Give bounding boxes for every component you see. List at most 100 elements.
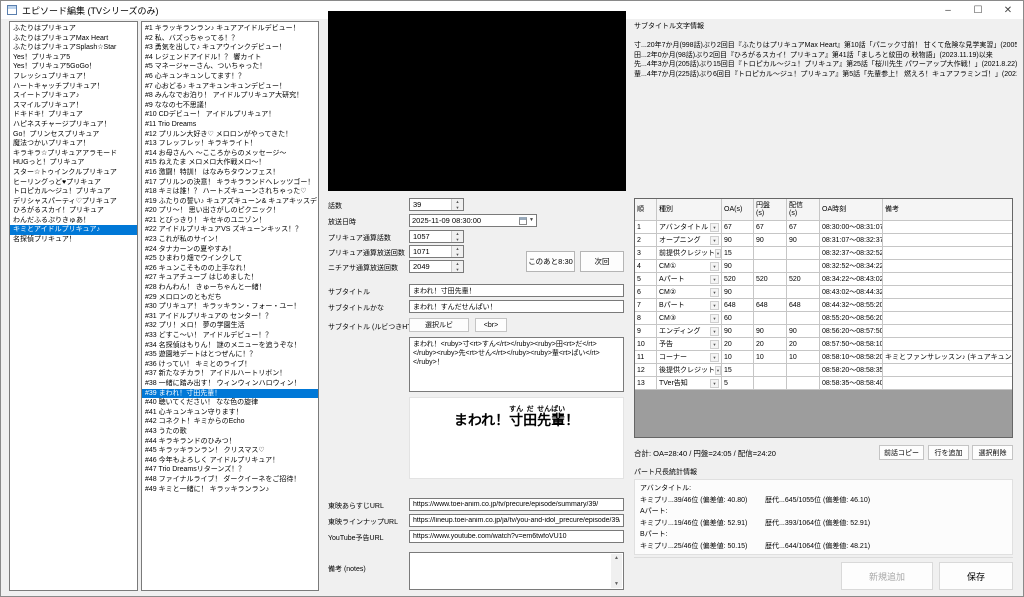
part-type-combo-cell[interactable]: オープニング▼ — [657, 234, 722, 246]
table-cell[interactable]: 648 — [722, 299, 754, 311]
table-cell[interactable]: 5 — [635, 273, 657, 285]
part-type-combo-cell[interactable]: 前提供クレジット▼ — [657, 247, 722, 259]
table-cell[interactable]: 08:32:52～08:34:22 — [820, 260, 883, 272]
table-cell[interactable] — [754, 364, 787, 376]
table-cell[interactable]: キミとファンサレッスン♪ (キュアキュンキュン) — [883, 351, 1012, 363]
episode-list-item[interactable]: #47 Trio Dreamsリターンズ！？ — [142, 465, 318, 475]
series-list-item[interactable]: ふたりはプリキュアMax Heart — [10, 34, 137, 44]
series-list-item[interactable]: スマイルプリキュア！ — [10, 101, 137, 111]
episode-list-item[interactable]: #16 激闘！特訓！ はなみちタウンフェス！ — [142, 168, 318, 178]
series-listbox[interactable]: ふたりはプリキュアふたりはプリキュアMax HeartふたりはプリキュアSpla… — [9, 21, 138, 591]
table-row[interactable]: 3前提供クレジット▼1508:32:37～08:32:52 — [635, 247, 1012, 260]
series-list-item[interactable]: ハートキャッチプリキュア！ — [10, 82, 137, 92]
chevron-down-icon[interactable]: ▼ — [710, 301, 719, 310]
chevron-down-icon[interactable]: ▼ — [710, 327, 719, 336]
delete-selected-button[interactable]: 選択削除 — [972, 445, 1013, 460]
table-cell[interactable] — [787, 260, 820, 272]
copy-prev-button[interactable]: 前話コピー — [879, 445, 924, 460]
part-type-combo-cell[interactable]: コーナー▼ — [657, 351, 722, 363]
next-episode-button[interactable]: 次回 — [580, 251, 624, 272]
table-cell[interactable]: 90 — [754, 234, 787, 246]
minimize-button[interactable]: – — [933, 1, 963, 19]
episode-list-item[interactable]: #45 キラッキランラン！ クリスマス♡ — [142, 446, 318, 456]
episode-list-item[interactable]: #35 遊園地デートはとつぜんに！？ — [142, 350, 318, 360]
part-type-combo-cell[interactable]: TVer告知▼ — [657, 377, 722, 389]
episode-list-item[interactable]: #24 タナカーンの夏やすみ！ — [142, 245, 318, 255]
airdate-picker[interactable]: 2025-11-09 08:30:00 ▼ — [409, 214, 537, 227]
after-830-button[interactable]: このあと8:30 — [526, 251, 575, 272]
episode-list-item[interactable]: #29 メロロンのともだち — [142, 293, 318, 303]
episode-list-item[interactable]: #19 ふたりの誓い♪ キュアズキューン& キュアキッスデビュー！ — [142, 197, 318, 207]
series-list-item[interactable]: Go！プリンセスプリキュア — [10, 130, 137, 140]
table-cell[interactable] — [883, 221, 1012, 233]
table-cell[interactable]: 90 — [722, 325, 754, 337]
series-list-item[interactable]: トロピカル～ジュ！プリキュア — [10, 187, 137, 197]
table-cell[interactable]: 520 — [754, 273, 787, 285]
table-cell[interactable]: 10 — [722, 351, 754, 363]
subtitle-kana-input[interactable] — [409, 300, 624, 313]
table-cell[interactable]: 5 — [722, 377, 754, 389]
subtitle-input[interactable] — [409, 284, 624, 297]
episode-list-item[interactable]: #21 とびっきり！ キセキのユニゾン！ — [142, 216, 318, 226]
table-cell[interactable]: 90 — [754, 325, 787, 337]
table-cell[interactable]: 08:58:20～08:58:35 — [820, 364, 883, 376]
toei-lineup-url-input[interactable] — [409, 514, 624, 527]
episode-list-item[interactable]: #39 まわれ！寸田先輩！ — [142, 389, 318, 399]
table-cell[interactable]: 08:30:00～08:31:07 — [820, 221, 883, 233]
chevron-down-icon[interactable]: ▼ — [529, 215, 534, 226]
table-cell[interactable]: 20 — [754, 338, 787, 350]
table-cell[interactable]: 20 — [787, 338, 820, 350]
chevron-down-icon[interactable]: ▼ — [710, 340, 719, 349]
table-cell[interactable]: 9 — [635, 325, 657, 337]
series-list-item[interactable]: キラキラ☆プリキュアアラモード — [10, 149, 137, 159]
series-list-item[interactable]: キミとアイドルプリキュア♪ — [10, 225, 137, 235]
chevron-down-icon[interactable]: ▼ — [710, 379, 719, 388]
table-row[interactable]: 10予告▼20202008:57:50～08:58:10 — [635, 338, 1012, 351]
table-cell[interactable] — [883, 338, 1012, 350]
chevron-down-icon[interactable]: ▼ — [710, 288, 719, 297]
chevron-down-icon[interactable]: ▼ — [710, 262, 719, 271]
table-cell[interactable] — [787, 247, 820, 259]
table-cell[interactable]: 3 — [635, 247, 657, 259]
episode-number-stepper[interactable]: 39 ▲▼ — [409, 198, 464, 211]
episode-list-item[interactable]: #15 ねえたま メロメロ大作戦メロ～！ — [142, 158, 318, 168]
episode-list-item[interactable]: #22 アイドルプリキュアVS ズキューンキッス！？ — [142, 225, 318, 235]
episode-list-item[interactable]: #1 キラッキランラン♪ キュアアイドルデビュー！ — [142, 24, 318, 34]
episode-list-item[interactable]: #38 一緒に踏み出す！ ウィンウィンハロウィン！ — [142, 379, 318, 389]
table-cell[interactable]: 10 — [635, 338, 657, 350]
table-cell[interactable]: 08:32:37～08:32:52 — [820, 247, 883, 259]
nichiasa-total-bc-stepper[interactable]: 2049 ▲▼ — [409, 260, 464, 273]
table-cell[interactable]: 648 — [787, 299, 820, 311]
notes-textarea[interactable]: ▲▼ — [409, 552, 624, 590]
table-cell[interactable] — [787, 364, 820, 376]
episode-list-item[interactable]: #44 キラキランドのひみつ！ — [142, 437, 318, 447]
table-row[interactable]: 12後提供クレジット▼1508:58:20～08:58:35 — [635, 364, 1012, 377]
table-cell[interactable]: 2 — [635, 234, 657, 246]
table-cell[interactable]: 08:31:07～08:32:37 — [820, 234, 883, 246]
table-cell[interactable] — [787, 377, 820, 389]
add-row-button[interactable]: 行を追加 — [928, 445, 969, 460]
series-list-item[interactable]: 名探偵プリキュア！ — [10, 235, 137, 245]
table-cell[interactable] — [883, 377, 1012, 389]
spinner-arrows-icon[interactable]: ▲▼ — [451, 261, 463, 272]
table-cell[interactable]: 90 — [722, 286, 754, 298]
series-list-item[interactable]: デリシャスパーティ♡プリキュア — [10, 197, 137, 207]
table-row[interactable]: 7Bパート▼64864864808:44:32～08:55:20 — [635, 299, 1012, 312]
episode-list-item[interactable]: #3 勇気を出して♪ キュアウインクデビュー！ — [142, 43, 318, 53]
table-cell[interactable]: 15 — [722, 364, 754, 376]
episode-list-item[interactable]: #8 みんなでお泊り！ アイドルプリキュア大研究！ — [142, 91, 318, 101]
episode-list-item[interactable]: #37 新たなチカラ！ アイドルハートリボン！ — [142, 369, 318, 379]
table-cell[interactable]: 520 — [787, 273, 820, 285]
table-cell[interactable]: 67 — [787, 221, 820, 233]
episode-list-item[interactable]: #4 レジェンドアイドル！？ 響カイト — [142, 53, 318, 63]
table-cell[interactable] — [787, 286, 820, 298]
series-list-item[interactable]: フレッシュプリキュア！ — [10, 72, 137, 82]
episode-list-item[interactable]: #13 フレッフレッ！キラキライト！ — [142, 139, 318, 149]
table-row[interactable]: 13TVer告知▼508:58:35～08:58:40 — [635, 377, 1012, 390]
table-cell[interactable]: 60 — [722, 312, 754, 324]
chevron-down-icon[interactable]: ▼ — [710, 223, 719, 232]
episode-list-item[interactable]: #27 キュアチューブ はじめました！ — [142, 273, 318, 283]
table-cell[interactable] — [754, 247, 787, 259]
spinner-arrows-icon[interactable]: ▲▼ — [451, 231, 463, 242]
episode-list-item[interactable]: #23 これが私のサイン！ — [142, 235, 318, 245]
